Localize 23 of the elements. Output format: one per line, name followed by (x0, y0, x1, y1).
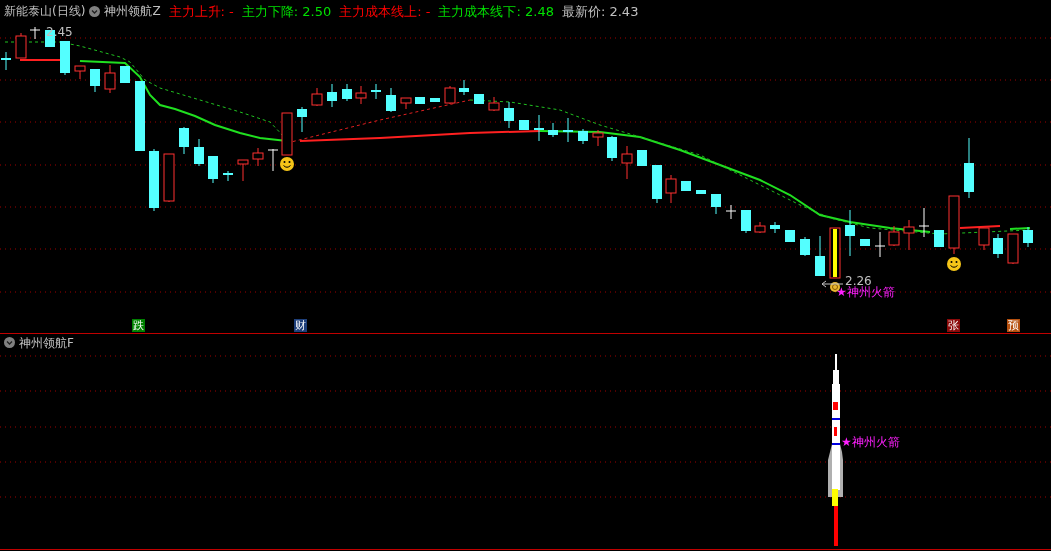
cost-line (959, 225, 1001, 229)
signal-tag: 跌 (132, 319, 145, 332)
indicator-reading: 主力上升: - (168, 4, 234, 18)
cost-line (1009, 227, 1031, 230)
pointer-icon (821, 280, 844, 288)
signal-tag: 张 (947, 319, 960, 332)
smiley-icon (947, 257, 961, 271)
smiley-icon (280, 157, 294, 171)
stock-title: 新能泰山(日线) (4, 5, 86, 17)
signal-label: ★神州火箭 (841, 436, 900, 448)
indicator-reading: 主力下降: 2.50 (241, 4, 332, 18)
panel-title: 神州领航F (19, 336, 74, 349)
signal-label: ★神州火箭 (836, 286, 895, 298)
high-price-label: 2.45 (46, 26, 73, 38)
indicator-reading: 最新价: 2.43 (561, 4, 639, 18)
signal-tag: 财 (294, 319, 307, 332)
indicator-name: 神州领航Z (104, 5, 161, 17)
dropdown-icon[interactable] (89, 5, 101, 17)
indicator-reading: 主力成本线上: - (339, 4, 431, 18)
indicator-reading: 主力成本线下: 2.48 (438, 4, 554, 18)
dropdown-icon[interactable] (4, 337, 15, 348)
low-price-label: 2.26 (845, 275, 872, 287)
signal-tag: 预 (1007, 319, 1020, 332)
